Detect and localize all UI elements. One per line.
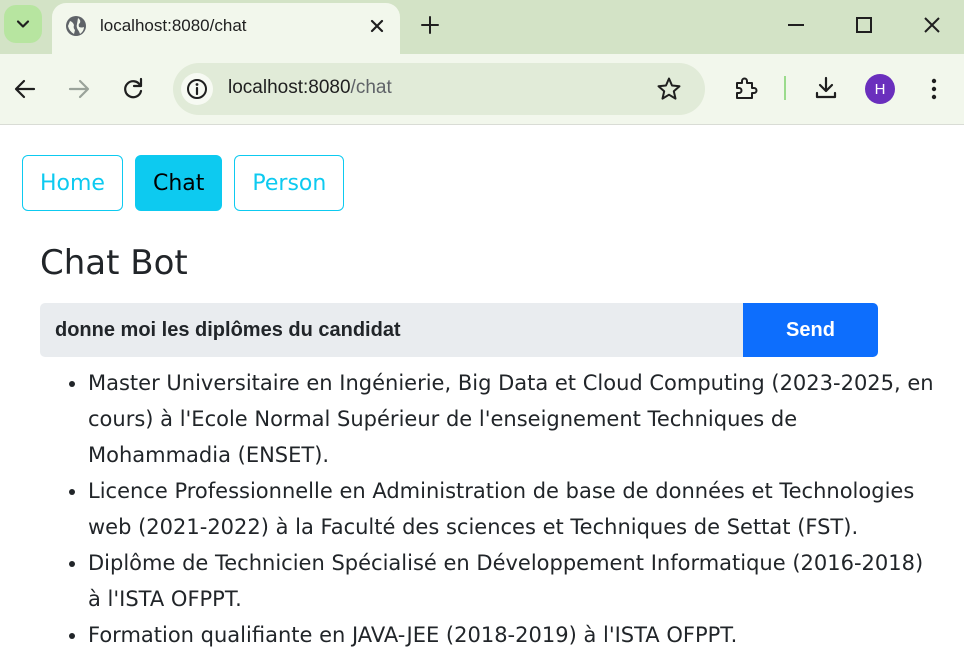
chat-answer-list: Master Universitaire en Ingénierie, Big … [40, 365, 940, 653]
page-title: Chat Bot [40, 243, 188, 283]
answer-item: Licence Professionnelle en Administratio… [88, 473, 940, 545]
tab-search-button[interactable] [4, 5, 42, 43]
tab-strip: localhost:8080/chat [0, 0, 964, 54]
chat-question-input[interactable] [40, 303, 744, 357]
answer-item: Master Universitaire en Ingénierie, Big … [88, 365, 940, 473]
close-tab-icon[interactable] [368, 17, 386, 35]
new-tab-icon[interactable] [420, 15, 440, 35]
back-arrow-icon[interactable] [12, 76, 38, 102]
minimize-icon[interactable] [786, 15, 806, 35]
answer-item: Diplôme de Technicien Spécialisé en Déve… [88, 545, 940, 617]
url-host: localhost:8080 [228, 77, 351, 98]
nav-chat-button[interactable]: Chat [134, 155, 223, 211]
site-info-button[interactable] [181, 73, 213, 105]
url-path: /chat [350, 77, 392, 98]
extensions-icon[interactable] [733, 75, 759, 101]
globe-icon [66, 16, 86, 36]
reload-icon[interactable] [120, 76, 146, 102]
tab-title: localhost:8080/chat [100, 16, 247, 35]
chevron-down-icon [16, 20, 30, 28]
nav-person-button[interactable]: Person [234, 155, 345, 211]
nav-home-button[interactable]: Home [22, 155, 123, 211]
url-text: localhost:8080/chat [228, 77, 392, 99]
bookmark-star-icon[interactable] [656, 76, 682, 102]
address-bar[interactable]: localhost:8080/chat [173, 63, 705, 115]
more-menu-icon[interactable] [921, 76, 947, 102]
send-button[interactable]: Send [743, 303, 878, 357]
main-nav: Home Chat Person [22, 155, 345, 211]
forward-arrow-icon[interactable] [66, 76, 92, 102]
profile-avatar[interactable]: H [865, 74, 895, 104]
maximize-icon[interactable] [854, 15, 874, 35]
close-window-icon[interactable] [922, 15, 942, 35]
answer-item: Formation qualifiante en JAVA-JEE (2018-… [88, 617, 940, 653]
browser-toolbar: localhost:8080/chat H [0, 54, 964, 125]
info-icon [187, 79, 207, 99]
toolbar-separator [784, 76, 786, 100]
download-icon[interactable] [813, 75, 839, 101]
browser-tab[interactable]: localhost:8080/chat [52, 3, 400, 54]
